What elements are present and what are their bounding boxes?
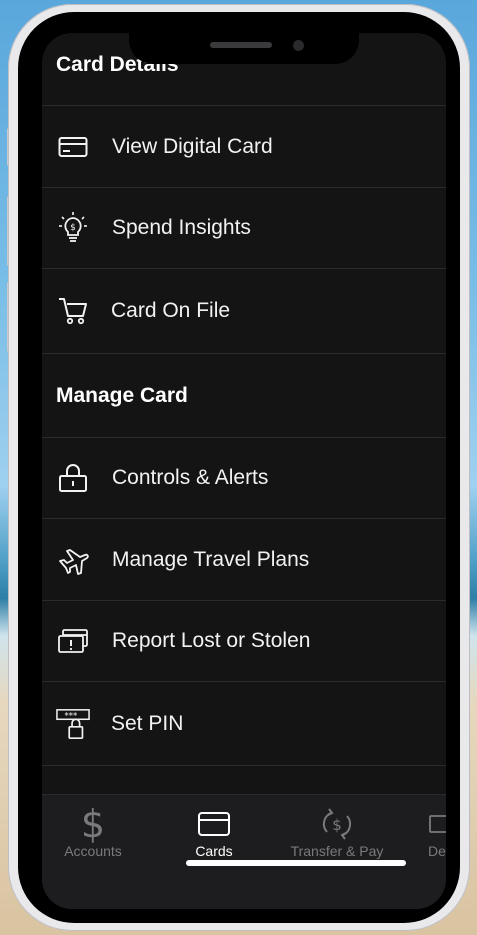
tab-partial[interactable]: De [428, 805, 446, 859]
menu-item-label: Controls & Alerts [112, 466, 269, 489]
tab-label: Transfer & Pay [290, 843, 384, 859]
menu-item-label: Set PIN [111, 711, 184, 735]
section-title-manage-card: Manage Card [56, 384, 188, 407]
notch [129, 33, 359, 64]
tab-label: De [428, 843, 446, 859]
menu-item-label: Card On File [111, 299, 231, 322]
section-manage-card: Manage Card [42, 354, 446, 438]
airplane-icon [56, 545, 90, 575]
tab-label: Cards [195, 843, 233, 859]
credit-card-icon [56, 132, 90, 162]
menu-item-label: Report Lost or Stolen [112, 629, 311, 652]
menu-item-set-pin[interactable]: *** Set PIN [42, 682, 446, 766]
menu-item-card-on-file[interactable]: Card On File [42, 269, 446, 354]
tab-label: Accounts [64, 843, 122, 859]
tab-accounts[interactable]: $ Accounts [56, 805, 130, 859]
lightbulb-dollar-icon: $ [56, 212, 90, 243]
svg-text:$: $ [70, 223, 76, 233]
menu-item-label: View Digital Card [112, 134, 273, 158]
transfer-icon: $ [282, 805, 392, 843]
speaker-grille [210, 42, 272, 48]
menu-item-report-lost-stolen[interactable]: Report Lost or Stolen [42, 601, 446, 682]
menu-item-view-digital-card[interactable]: View Digital Card [42, 106, 446, 188]
tab-transfer-pay[interactable]: $ Transfer & Pay [282, 805, 392, 859]
dollar-icon: $ [80, 802, 106, 846]
svg-text:$: $ [332, 816, 342, 834]
deposit-icon [428, 805, 446, 843]
shopping-cart-icon [56, 296, 90, 326]
front-camera [293, 40, 304, 51]
menu-item-manage-travel-plans[interactable]: Manage Travel Plans [42, 519, 446, 601]
tab-bar: $ Accounts Cards $ Transfer & Pay De [42, 794, 446, 909]
menu-item-label: Spend Insights [112, 216, 251, 239]
menu-item-controls-alerts[interactable]: Controls & Alerts [42, 438, 446, 519]
card-alert-icon [56, 626, 90, 656]
home-indicator[interactable] [186, 860, 406, 866]
tab-cards[interactable]: Cards [180, 805, 248, 859]
app-screen: Card Details View Digital Card $ Spend I… [42, 33, 446, 909]
pin-lock-icon: *** [56, 708, 90, 739]
lock-icon [56, 463, 90, 493]
credit-card-icon [180, 805, 248, 843]
menu-item-label: Manage Travel Plans [112, 547, 310, 571]
menu-item-spend-insights[interactable]: $ Spend Insights [42, 188, 446, 269]
